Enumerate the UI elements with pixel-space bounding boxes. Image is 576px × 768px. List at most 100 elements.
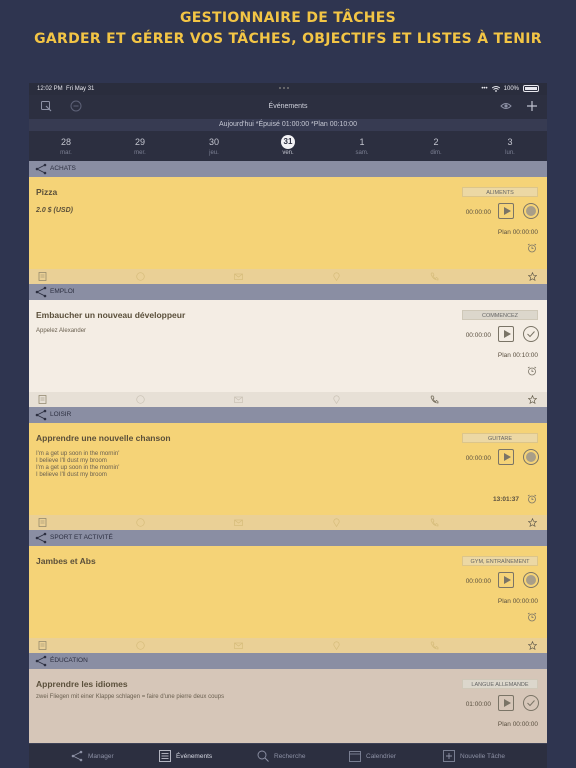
status-bar: 12:02 PM Fri May 31 ••• 100% bbox=[29, 83, 547, 95]
web-icon[interactable] bbox=[136, 272, 145, 281]
alarm-icon[interactable] bbox=[527, 494, 537, 504]
plan-time: Plan 00:00:00 bbox=[497, 598, 538, 605]
mail-icon[interactable] bbox=[234, 272, 243, 281]
record-button[interactable] bbox=[523, 572, 539, 588]
play-button[interactable] bbox=[498, 695, 514, 711]
notes-icon[interactable] bbox=[38, 641, 47, 650]
notes-icon[interactable] bbox=[38, 395, 47, 404]
alarm-icon[interactable] bbox=[527, 612, 537, 622]
task-card[interactable]: Pizza 2.0 $ (USD) ALIMENTS 00:00:00 Plan… bbox=[29, 177, 547, 284]
category-tag[interactable]: LANGUE ALLEMANDE bbox=[462, 679, 538, 689]
location-icon[interactable] bbox=[332, 641, 341, 650]
location-icon[interactable] bbox=[332, 272, 341, 281]
location-icon[interactable] bbox=[332, 518, 341, 527]
record-button[interactable] bbox=[523, 203, 539, 219]
section-header-achats[interactable]: ACHATS bbox=[29, 161, 547, 177]
category-tag[interactable]: GYM, ENTRAÎNEMENT bbox=[462, 556, 538, 566]
mail-icon[interactable] bbox=[234, 641, 243, 650]
complete-checkmark-button[interactable] bbox=[523, 326, 539, 342]
date-item[interactable]: 28 mar. bbox=[46, 135, 86, 156]
section-header-emploi[interactable]: EMPLOI bbox=[29, 284, 547, 300]
play-button[interactable] bbox=[498, 326, 514, 342]
section-header-loisir[interactable]: LOISIR bbox=[29, 407, 547, 423]
task-note: zwei Fliegen mit einer Klappe schlagen =… bbox=[36, 694, 225, 700]
task-card[interactable]: Jambes et Abs GYM, ENTRAÎNEMENT 00:00:00… bbox=[29, 546, 547, 653]
elapsed-timer: 00:00:00 bbox=[465, 578, 491, 585]
nav-bar: Événements bbox=[29, 95, 547, 119]
elapsed-timer: 00:00:00 bbox=[465, 209, 491, 216]
record-button[interactable] bbox=[523, 449, 539, 465]
tab-label: Calendrier bbox=[366, 752, 396, 760]
add-icon[interactable] bbox=[525, 100, 539, 114]
share-icon[interactable] bbox=[35, 163, 47, 175]
search-icon bbox=[257, 750, 269, 762]
section-header-sport[interactable]: SPORT ET ACTIVITÉ bbox=[29, 530, 547, 546]
star-icon[interactable] bbox=[528, 272, 537, 281]
category-tag[interactable]: COMMENCEZ bbox=[462, 310, 538, 320]
tab-manager[interactable]: Manager bbox=[71, 750, 114, 762]
section-header-education[interactable]: ÉDUCATION bbox=[29, 653, 547, 669]
date-item[interactable]: 30 jeu. bbox=[194, 135, 234, 156]
category-tag[interactable]: GUITARE bbox=[462, 433, 538, 443]
battery-icon bbox=[523, 85, 539, 92]
mail-icon[interactable] bbox=[234, 395, 243, 404]
tab-evenements[interactable]: Événements bbox=[159, 750, 212, 762]
section-label: SPORT ET ACTIVITÉ bbox=[50, 534, 113, 541]
eye-icon[interactable] bbox=[499, 100, 513, 114]
share-icon[interactable] bbox=[35, 286, 47, 298]
battery-percent: 100% bbox=[503, 85, 519, 92]
phone-icon[interactable] bbox=[430, 395, 439, 404]
web-icon[interactable] bbox=[136, 641, 145, 650]
task-note: Appelez Alexander bbox=[36, 328, 87, 334]
tab-recherche[interactable]: Recherche bbox=[257, 750, 305, 762]
star-icon[interactable] bbox=[528, 641, 537, 650]
task-title: Apprendre une nouvelle chanson bbox=[36, 433, 171, 443]
tab-label: Événements bbox=[176, 752, 213, 760]
tab-nouvelle-tache[interactable]: Nouvelle Tâche bbox=[443, 750, 505, 762]
list-icon bbox=[159, 750, 171, 762]
task-note: I'm a get up soon in the mornin' I belie… bbox=[36, 451, 119, 479]
play-button[interactable] bbox=[498, 572, 514, 588]
tab-label: Manager bbox=[88, 752, 114, 760]
web-icon[interactable] bbox=[136, 518, 145, 527]
task-card[interactable]: Apprendre une nouvelle chanson I'm a get… bbox=[29, 423, 547, 530]
mail-icon[interactable] bbox=[234, 518, 243, 527]
notes-icon[interactable] bbox=[38, 272, 47, 281]
new-task-icon bbox=[443, 750, 455, 762]
phone-icon[interactable] bbox=[430, 272, 439, 281]
star-icon[interactable] bbox=[528, 518, 537, 527]
date-item[interactable]: 2 dim. bbox=[416, 135, 456, 156]
multitask-dots-icon bbox=[279, 87, 289, 89]
task-title: Jambes et Abs bbox=[36, 556, 96, 566]
share-icon[interactable] bbox=[35, 532, 47, 544]
alarm-icon[interactable] bbox=[527, 366, 537, 376]
task-title: Pizza bbox=[36, 187, 58, 197]
location-icon[interactable] bbox=[332, 395, 341, 404]
notes-icon[interactable] bbox=[38, 518, 47, 527]
phone-icon[interactable] bbox=[430, 641, 439, 650]
elapsed-timer: 01:00:00 bbox=[465, 701, 491, 708]
date-item[interactable]: 29 mer. bbox=[120, 135, 160, 156]
play-button[interactable] bbox=[498, 449, 514, 465]
headline-line-2: GARDER ET GÉRER VOS TÂCHES, OBJECTIFS ET… bbox=[34, 31, 542, 47]
tab-bar: Manager Événements Recherche Calendrier … bbox=[29, 743, 547, 768]
web-icon[interactable] bbox=[136, 395, 145, 404]
page-title: Événements bbox=[268, 103, 308, 110]
phone-icon[interactable] bbox=[430, 518, 439, 527]
play-button[interactable] bbox=[498, 203, 514, 219]
share-icon[interactable] bbox=[35, 655, 47, 667]
date-item-selected[interactable]: 31 ven. bbox=[268, 135, 308, 156]
alarm-icon[interactable] bbox=[527, 243, 537, 253]
task-card[interactable]: Embaucher un nouveau développeur Appelez… bbox=[29, 300, 547, 407]
elapsed-timer: 00:00:00 bbox=[465, 455, 491, 462]
complete-checkmark-button[interactable] bbox=[523, 695, 539, 711]
category-tag[interactable]: ALIMENTS bbox=[462, 187, 538, 197]
section-label: LOISIR bbox=[50, 411, 72, 418]
tab-calendrier[interactable]: Calendrier bbox=[349, 750, 396, 762]
share-icon[interactable] bbox=[35, 409, 47, 421]
plan-time: Plan 00:10:00 bbox=[497, 352, 538, 359]
alarm-time: 13:01:37 bbox=[492, 496, 519, 503]
date-item[interactable]: 1 sam. bbox=[342, 135, 382, 156]
star-icon[interactable] bbox=[528, 395, 537, 404]
date-item[interactable]: 3 lun. bbox=[490, 135, 530, 156]
